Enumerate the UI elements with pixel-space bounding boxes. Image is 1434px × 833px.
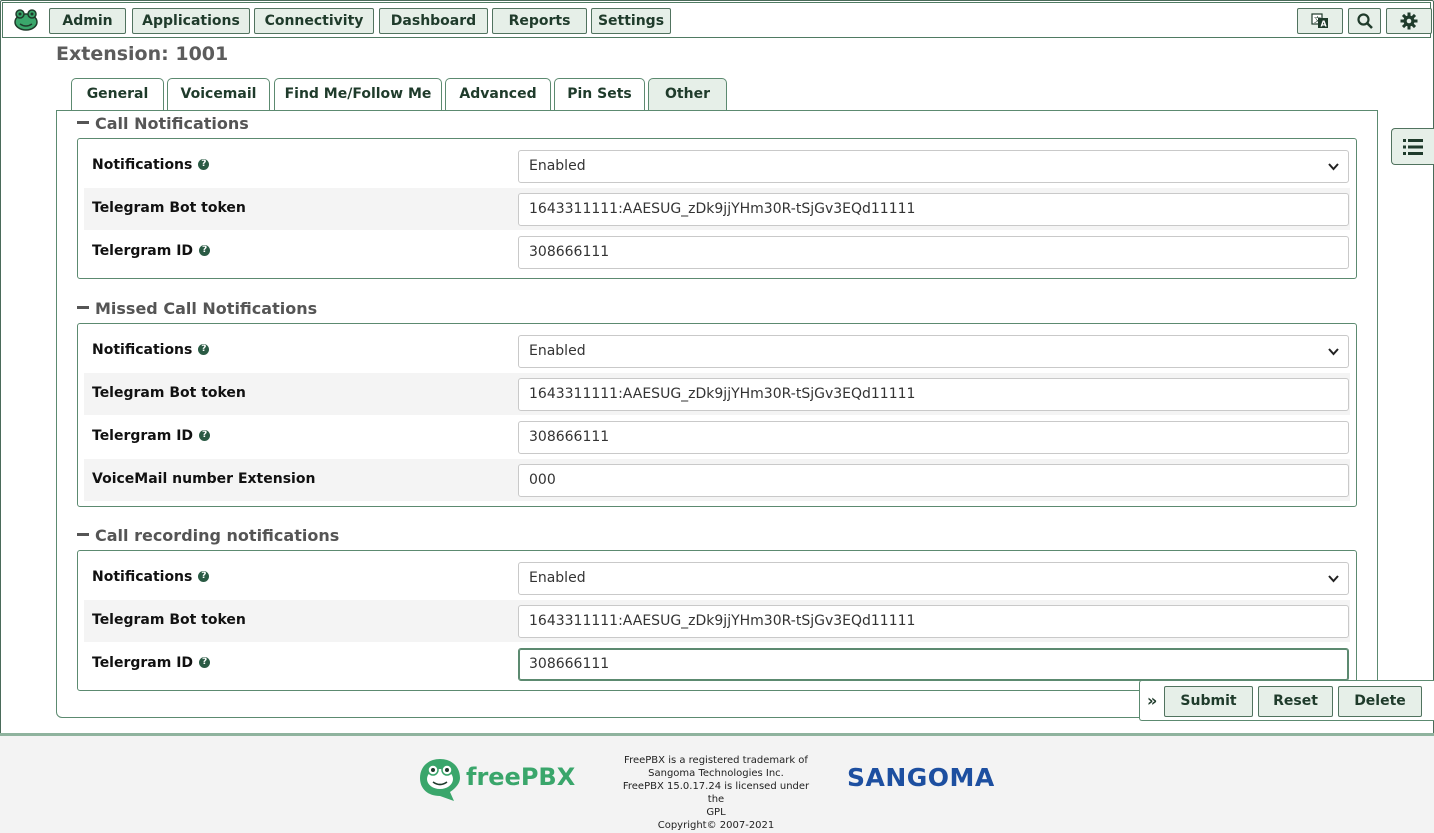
top-nav: Admin Applications Connectivity Dashboar…: [2, 2, 1432, 38]
telegram-bot-token-input[interactable]: 1643311111:AAESUG_zDk9jjYHm30R-tSjGv3EQd…: [518, 378, 1349, 411]
row-label: Notifications?: [92, 569, 210, 585]
form-row: Telegram Bot token 1643311111:AAESUG_zDk…: [84, 373, 1350, 415]
collapse-icon: [77, 121, 89, 124]
form-row: Notifications? Enabled: [84, 330, 1350, 372]
delete-button[interactable]: Delete: [1338, 686, 1422, 717]
notifications-select[interactable]: Enabled: [518, 335, 1349, 368]
section-call-recording-notifications: Notifications? Enabled Telegram Bot toke…: [77, 550, 1357, 691]
collapse-icon: [77, 306, 89, 309]
freepbx-logo-text: freePBX: [466, 763, 576, 791]
form-row: Telegram Bot token 1643311111:AAESUG_zDk…: [84, 188, 1350, 230]
form-row: Notifications? Enabled: [84, 145, 1350, 187]
tab-voicemail[interactable]: Voicemail: [167, 78, 270, 111]
expand-action-bar-icon[interactable]: »: [1147, 691, 1157, 710]
notifications-select[interactable]: Enabled: [518, 150, 1349, 183]
tab-other[interactable]: Other: [648, 78, 727, 112]
search-icon: [1356, 13, 1373, 29]
help-icon[interactable]: ?: [199, 244, 211, 256]
nav-reports[interactable]: Reports: [492, 8, 587, 34]
section-title-text: Call recording notifications: [95, 526, 340, 545]
section-call-notifications: Notifications? Enabled Telegram Bot toke…: [77, 138, 1357, 279]
action-bar: » Submit Reset Delete: [1139, 680, 1434, 721]
section-title-call-notifications[interactable]: Call Notifications: [77, 114, 249, 133]
list-icon: [1403, 139, 1423, 155]
section-title-text: Missed Call Notifications: [95, 299, 318, 318]
help-icon[interactable]: ?: [198, 158, 210, 170]
form-row: Telergram ID? 308666111: [84, 231, 1350, 273]
nav-admin[interactable]: Admin: [49, 8, 126, 34]
nav-dashboard[interactable]: Dashboard: [379, 8, 488, 34]
form-row: Telergram ID? 308666111: [84, 643, 1350, 685]
tab-general[interactable]: General: [71, 78, 164, 111]
chevron-down-icon: [1328, 575, 1339, 583]
telegram-id-input[interactable]: 308666111: [518, 648, 1349, 681]
collapse-icon: [77, 533, 89, 536]
telegram-id-input[interactable]: 308666111: [518, 421, 1349, 454]
row-label: Telergram ID?: [92, 243, 211, 259]
row-label: Telergram ID?: [92, 655, 211, 671]
row-label: Notifications?: [92, 157, 210, 173]
footer: freePBX FreePBX is a registered trademar…: [0, 736, 1434, 833]
form-row: Notifications? Enabled: [84, 557, 1350, 599]
section-title-text: Call Notifications: [95, 114, 249, 133]
language-icon: 文 A: [1311, 13, 1328, 29]
section-title-missed-call-notifications[interactable]: Missed Call Notifications: [77, 299, 317, 318]
search-button[interactable]: [1348, 8, 1381, 34]
tab-pin-sets[interactable]: Pin Sets: [554, 78, 645, 111]
nav-settings[interactable]: Settings: [591, 8, 671, 34]
row-label: Telegram Bot token: [92, 200, 246, 216]
help-icon[interactable]: ?: [199, 656, 211, 668]
freepbx-frog-icon[interactable]: [11, 7, 41, 33]
section-missed-call-notifications: Notifications? Enabled Telegram Bot toke…: [77, 323, 1357, 507]
form-row: Telergram ID? 308666111: [84, 416, 1350, 458]
row-label: VoiceMail number Extension: [92, 471, 316, 487]
telegram-id-input[interactable]: 308666111: [518, 236, 1349, 269]
page-title: Extension: 1001: [56, 43, 229, 65]
telegram-bot-token-input[interactable]: 1643311111:AAESUG_zDk9jjYHm30R-tSjGv3EQd…: [518, 605, 1349, 638]
chevron-down-icon: [1328, 348, 1339, 356]
row-label: Telegram Bot token: [92, 385, 246, 401]
sangoma-logo[interactable]: SANGOMA: [847, 763, 995, 792]
nav-applications[interactable]: Applications: [132, 8, 250, 34]
row-label: Telegram Bot token: [92, 612, 246, 628]
submit-button[interactable]: Submit: [1164, 686, 1253, 717]
svg-text:A: A: [1321, 20, 1328, 29]
notifications-select[interactable]: Enabled: [518, 562, 1349, 595]
telegram-bot-token-input[interactable]: 1643311111:AAESUG_zDk9jjYHm30R-tSjGv3EQd…: [518, 193, 1349, 226]
language-button[interactable]: 文 A: [1297, 8, 1343, 34]
sidebar-toggle-button[interactable]: [1391, 128, 1434, 165]
legal-text: FreePBX is a registered trademark of San…: [622, 755, 810, 831]
row-label: Notifications?: [92, 342, 210, 358]
section-title-call-recording-notifications[interactable]: Call recording notifications: [77, 526, 339, 545]
tab-advanced[interactable]: Advanced: [445, 78, 551, 111]
voicemail-number-extension-input[interactable]: 000: [518, 464, 1349, 497]
settings-button[interactable]: [1386, 8, 1432, 34]
help-icon[interactable]: ?: [198, 343, 210, 355]
row-label: Telergram ID?: [92, 428, 211, 444]
help-icon[interactable]: ?: [198, 570, 210, 582]
help-icon[interactable]: ?: [199, 429, 211, 441]
reset-button[interactable]: Reset: [1258, 686, 1333, 717]
form-row: VoiceMail number Extension 000: [84, 459, 1350, 501]
gear-icon: [1400, 12, 1418, 30]
nav-connectivity[interactable]: Connectivity: [254, 8, 374, 34]
tab-find-me-follow-me[interactable]: Find Me/Follow Me: [274, 78, 442, 111]
form-row: Telegram Bot token 1643311111:AAESUG_zDk…: [84, 600, 1350, 642]
chevron-down-icon: [1328, 163, 1339, 171]
